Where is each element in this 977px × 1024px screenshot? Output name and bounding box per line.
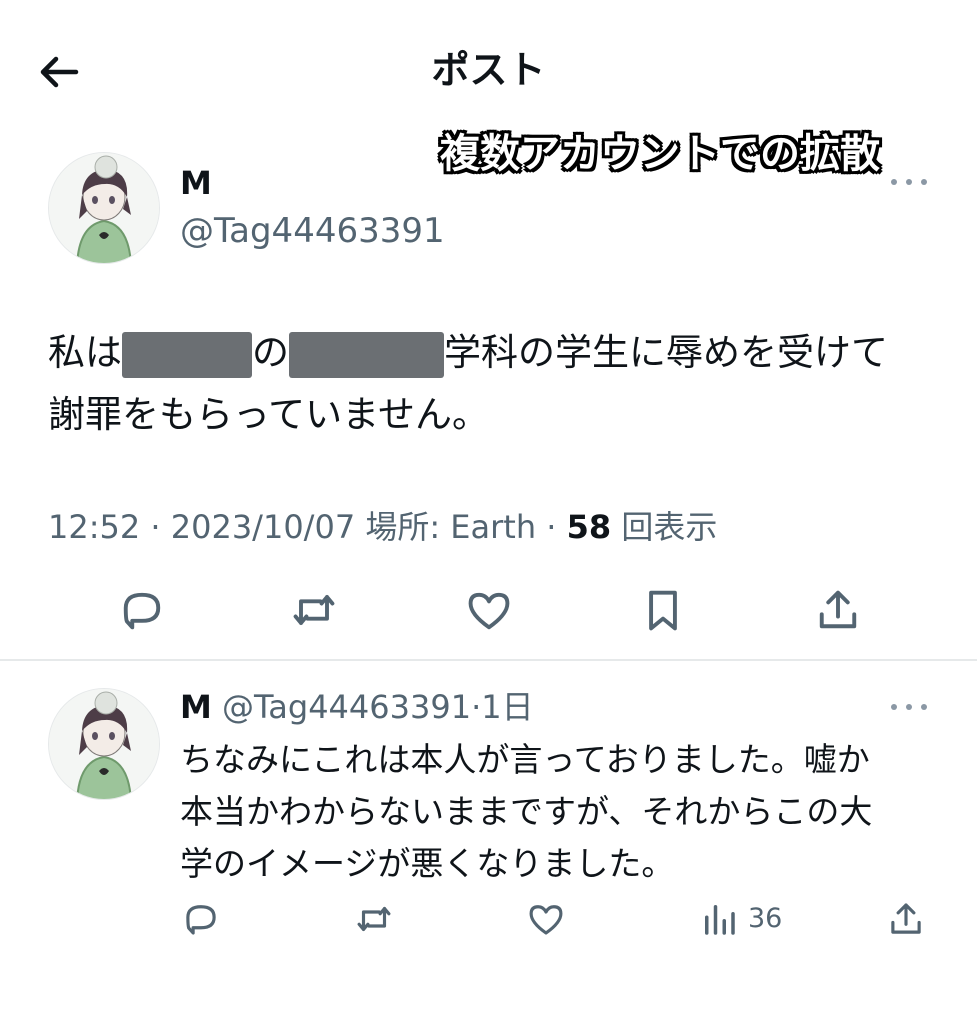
repost-button[interactable]	[288, 584, 340, 636]
overlay-caption: 複数アカウントでの拡散	[440, 131, 880, 177]
repost-icon	[293, 595, 335, 625]
repost-icon	[357, 906, 391, 932]
reply-text-line: ちなみにこれは本人が言っておりました。嘘か	[180, 740, 870, 779]
reply-age[interactable]: 1日	[481, 688, 533, 726]
heart-icon	[468, 592, 510, 630]
post-text-segment: の	[252, 331, 289, 374]
speech-bubble-icon	[123, 592, 161, 630]
bookmark-button[interactable]	[637, 584, 689, 636]
reply-reply-button[interactable]	[180, 898, 222, 940]
reply-share-button[interactable]	[885, 898, 927, 940]
reply-author-name[interactable]: M	[180, 688, 212, 726]
post-text-line: 謝罪をもらっていません。	[48, 393, 490, 436]
like-button[interactable]	[463, 584, 515, 636]
heart-icon	[529, 905, 563, 935]
post-location: 場所: Earth	[365, 508, 537, 546]
reply-more-options-button[interactable]	[889, 695, 929, 719]
share-upload-icon	[819, 590, 857, 629]
reply-text-line: 学のイメージが悪くなりました。	[180, 844, 675, 883]
views-count: 58	[566, 508, 612, 546]
reply-text: ちなみにこれは本人が言っておりました。嘘か 本当かわからないままですが、それから…	[180, 734, 940, 890]
reply-repost-button[interactable]	[353, 898, 395, 940]
post-text-segment: 学科の学生に辱めを受けて	[444, 331, 888, 374]
reply-like-button[interactable]	[525, 898, 567, 940]
reply-text-line: 本当かわからないままですが、それからこの大	[180, 792, 873, 831]
redaction-block	[122, 331, 252, 378]
reply-views-button[interactable]: 36	[698, 898, 782, 940]
post-time[interactable]: 12:52	[48, 508, 140, 546]
reply-views-count: 36	[748, 903, 783, 934]
speech-bubble-icon	[186, 905, 216, 935]
divider	[0, 659, 977, 661]
post-meta: 12:52 · 2023/10/07 場所: Earth · 58 回表示	[48, 508, 718, 546]
more-options-button[interactable]	[889, 170, 929, 194]
bookmark-icon	[649, 590, 677, 631]
avatar[interactable]	[48, 152, 160, 264]
bar-chart-icon	[705, 905, 735, 935]
share-button[interactable]	[812, 584, 864, 636]
share-upload-icon	[891, 903, 921, 934]
post-text-segment: 私は	[48, 331, 122, 374]
author-name[interactable]: M	[180, 162, 212, 204]
post-date[interactable]: 2023/10/07	[171, 508, 355, 546]
reply-avatar[interactable]	[48, 688, 160, 800]
reply-header: M @Tag44463391·1日	[180, 688, 534, 726]
reply-author-handle[interactable]: @Tag44463391	[222, 688, 471, 726]
reply-button[interactable]	[116, 584, 168, 636]
post-text: 私は の 学科の学生に辱めを受けて 謝罪をもらっていません。	[48, 322, 938, 446]
views-label: 回表示	[621, 508, 718, 546]
redaction-block	[289, 331, 444, 378]
page-title: ポスト	[431, 48, 546, 92]
author-handle[interactable]: @Tag44463391	[180, 208, 445, 254]
